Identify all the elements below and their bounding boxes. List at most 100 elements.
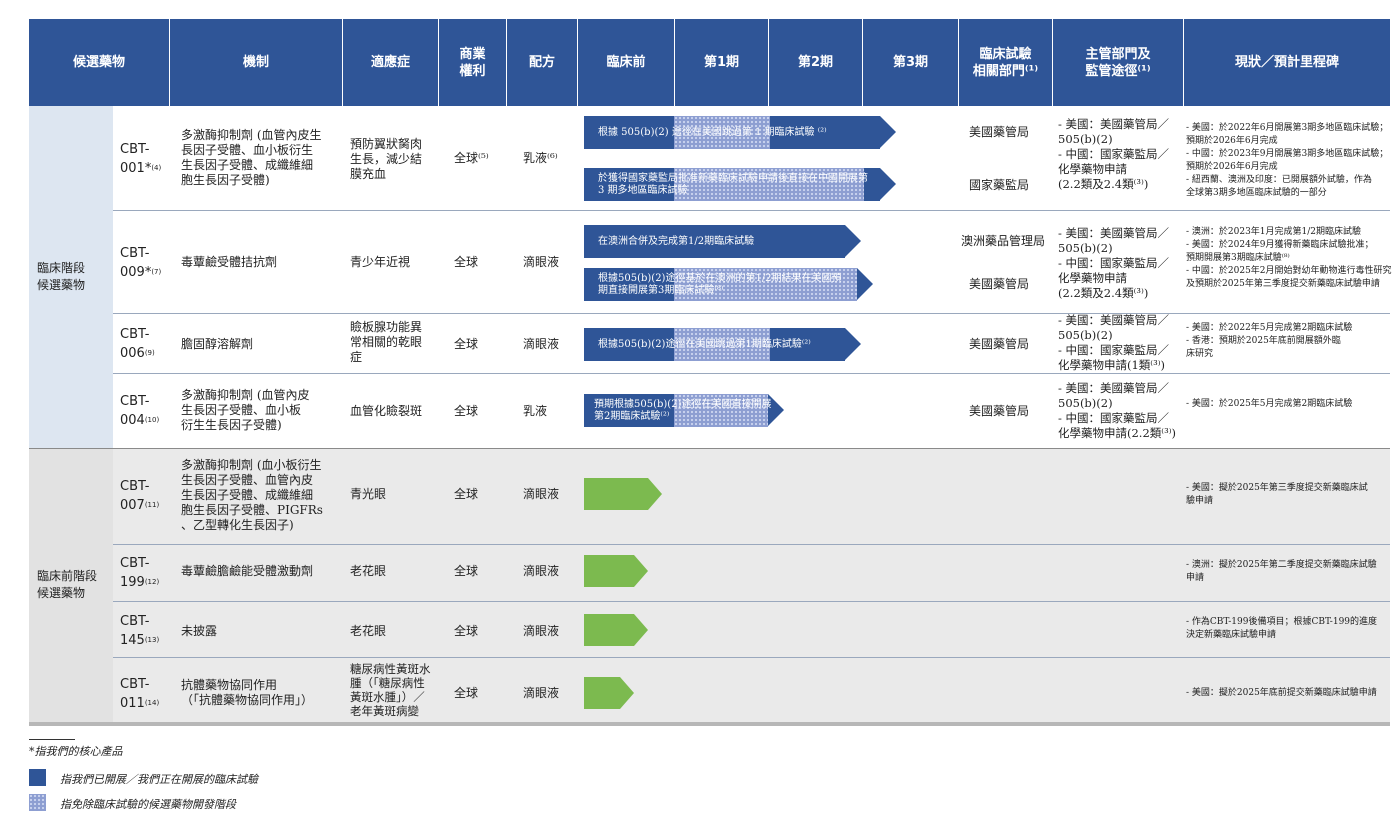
drug-code: CBT- 007(11) [120, 479, 160, 513]
trial-progress-bar: 根據 505(b)(2) 途徑在美國跳過第 1 期臨床試驗 ⁽²⁾ [584, 116, 896, 149]
regulatory-pathway: - 美國：美國藥管局／ 505(b)(2) - 中國：國家藥監局／ 化學藥物申請… [1058, 226, 1170, 300]
trial-progress-label: 根據505(b)(2)途徑在美國跳過第1期臨床試驗⁽²⁾ [598, 338, 811, 350]
trial-progress-label: 根據 505(b)(2) 途徑在美國跳過第 1 期臨床試驗 ⁽²⁾ [598, 126, 827, 138]
trial-progress-bar: 預期根據505(b)(2)途徑在美國直接開展 第2期臨床試驗⁽²⁾ [584, 394, 784, 427]
drug-code: CBT- 006(9) [120, 327, 155, 361]
footnote-ref: (13) [144, 636, 160, 644]
header-formulation: 配方 [507, 19, 578, 106]
status-milestones: - 美國：於2022年6月開展第3期多地區臨床試驗； 預期於2026年6月完成 … [1186, 123, 1389, 198]
footnote-rule [29, 739, 75, 740]
trial-department: 澳洲藥品管理局 [961, 234, 1046, 248]
trial-department: 美國藥管局 [969, 337, 1030, 351]
core-product-footnote: *指我們的核心產品 [29, 745, 123, 758]
table-bottom-rule [29, 722, 1390, 726]
header-regulatory: 主管部門及 監管途徑⁽¹⁾ [1053, 19, 1184, 106]
commercial-rights: 全球 [454, 404, 479, 418]
trial-department: 美國藥管局 [969, 404, 1030, 418]
row-divider [113, 210, 1390, 211]
trial-progress-bar: 根據505(b)(2)途徑在美國跳過第1期臨床試驗⁽²⁾ [584, 328, 861, 361]
header-phase2: 第2期 [769, 19, 863, 106]
indication: 老花眼 [350, 564, 387, 578]
status-milestones: - 美國：於2022年5月完成第2期臨床試驗 - 香港：預期於2025年底前開展… [1186, 323, 1353, 359]
header-phase1: 第1期 [675, 19, 769, 106]
commercial-rights: 全球 [454, 487, 479, 501]
trial-department: 美國藥管局 [969, 277, 1030, 291]
mechanism: 抗體藥物協同作用 （「抗體藥物協同作用」） [181, 678, 314, 707]
regulatory-pathway: - 美國：美國藥管局／ 505(b)(2) - 中國：國家藥監局／ 化學藥物申請… [1058, 381, 1177, 440]
trial-progress-label: 於獲得國家藥監局批准新藥臨床試驗申請後直接在中國開展第 3 期多地區臨床試驗 [598, 172, 868, 196]
indication: 老花眼 [350, 624, 387, 638]
header-status: 現狀／預計里程碑 [1184, 19, 1390, 106]
header-indication: 適應症 [343, 19, 439, 106]
indication: 預防翼狀胬肉 生長，減少結 膜充血 [350, 137, 423, 181]
formulation: 乳液 [523, 404, 548, 418]
drug-code: CBT- 011(14) [120, 677, 160, 711]
row-divider [113, 373, 1390, 374]
header-rights: 商業 權利 [439, 19, 507, 106]
mechanism: 毒蕈鹼受體拮抗劑 [181, 255, 278, 269]
header-phase3: 第3期 [863, 19, 959, 106]
regulatory-pathway: - 美國：美國藥管局／ 505(b)(2) - 中國：國家藥監局／ 化學藥物申請… [1058, 313, 1170, 372]
legend-solid-label: 指我們已開展／我們正在開展的臨床試驗 [60, 773, 258, 786]
indication: 青光眼 [350, 487, 387, 501]
drug-code: CBT- 001*(4) [120, 142, 162, 176]
trial-progress-bar: 在澳洲合併及完成第1/2期臨床試驗 [584, 225, 861, 258]
header-departments: 臨床試驗 相關部門⁽¹⁾ [959, 19, 1053, 106]
formulation: 滴眼液 [523, 487, 560, 501]
status-milestones: - 美國：擬於2025年第三季度提交新藥臨床試 驗申請 [1186, 483, 1368, 506]
status-milestones: - 美國：於2025年5月完成第2期臨床試驗 [1186, 399, 1353, 409]
status-milestones: - 澳洲：於2023年1月完成第1/2期臨床試驗 - 美國：於2024年9月獲得… [1186, 227, 1392, 289]
preclinical-progress-bar [584, 555, 648, 587]
trial-progress-label: 預期根據505(b)(2)途徑在美國直接開展 第2期臨床試驗⁽²⁾ [594, 398, 772, 422]
footnote-ref: (4) [151, 164, 162, 172]
mechanism: 未披露 [181, 624, 218, 638]
mechanism: 多激酶抑制劑 (血管內皮 生長因子受體、血小板 衍生生長因子受體) [181, 388, 310, 432]
indication: 血管化瞼裂斑 [350, 404, 423, 418]
formulation: 滴眼液 [523, 564, 560, 578]
commercial-rights: 全球⁽⁵⁾ [454, 151, 489, 165]
status-milestones: - 作為CBT-199後備項目；根據CBT-199的進度 決定新藥臨床試驗申請 [1186, 617, 1378, 640]
footnote-ref: (14) [144, 699, 160, 707]
mechanism: 多激酶抑制劑 (血小板衍生 生長因子受體、血管內皮 生長因子受體、成纖維細 胞生… [181, 458, 323, 532]
footnote-ref: (12) [144, 578, 160, 586]
commercial-rights: 全球 [454, 337, 479, 351]
legend-dotted-swatch [29, 794, 46, 811]
indication: 糖尿病性黃斑水 腫（「糖尿病性 黃斑水腫」）／ 老年黃斑病變 [350, 662, 431, 718]
trial-progress-bar: 根據505(b)(2)途徑基於在澳洲的第1/2期結果在美國預 期直接開展第3期臨… [584, 268, 873, 301]
regulatory-pathway: - 美國：美國藥管局／ 505(b)(2) - 中國：國家藥監局／ 化學藥物申請… [1058, 117, 1170, 191]
stage-clinical: 臨床階段 候選藥物 [29, 106, 113, 448]
trial-progress-label: 在澳洲合併及完成第1/2期臨床試驗 [598, 235, 755, 247]
header-candidate: 候選藥物 [29, 19, 170, 106]
formulation: 滴眼液 [523, 686, 560, 700]
preclinical-progress-bar [584, 677, 634, 709]
status-milestones: - 美國：擬於2025年底前提交新藥臨床試驗申請 [1186, 688, 1377, 698]
preclinical-progress-bar [584, 614, 648, 646]
preclinical-progress-bar [584, 478, 662, 510]
drug-code: CBT- 145(13) [120, 614, 160, 648]
formulation: 滴眼液 [523, 624, 560, 638]
drug-code: CBT- 199(12) [120, 556, 160, 590]
status-milestones: - 澳洲：擬於2025年第二季度提交新藥臨床試驗 申請 [1186, 560, 1377, 583]
formulation: 滴眼液 [523, 255, 560, 269]
mechanism: 毒蕈鹼膽鹼能受體激動劑 [181, 564, 314, 578]
footnote-ref: (7) [151, 268, 162, 276]
footnote-ref: (10) [144, 416, 160, 424]
legend-dotted-label: 指免除臨床試驗的候選藥物開發階段 [60, 798, 236, 811]
stage-preclinical: 臨床前階段 候選藥物 [29, 448, 113, 722]
mechanism: 多激酶抑制劑 (血管內皮生 長因子受體、血小板衍生 生長因子受體、成纖維細 胞生… [181, 128, 322, 187]
footnote-ref: (9) [144, 349, 155, 357]
drug-code: CBT- 009*(7) [120, 246, 162, 280]
formulation: 乳液⁽⁶⁾ [523, 151, 558, 165]
header-preclinical: 臨床前 [578, 19, 675, 106]
row-divider [29, 448, 1390, 449]
drug-code: CBT- 004(10) [120, 394, 160, 428]
header-mechanism: 機制 [170, 19, 343, 106]
footnote-ref: (11) [144, 501, 160, 509]
mechanism: 膽固醇溶解劑 [181, 337, 254, 351]
indication: 青少年近視 [350, 255, 411, 269]
commercial-rights: 全球 [454, 686, 479, 700]
trial-department: 國家藥監局 [969, 178, 1030, 192]
commercial-rights: 全球 [454, 255, 479, 269]
formulation: 滴眼液 [523, 337, 560, 351]
indication: 瞼板腺功能異 常相關的乾眼 症 [350, 320, 423, 364]
